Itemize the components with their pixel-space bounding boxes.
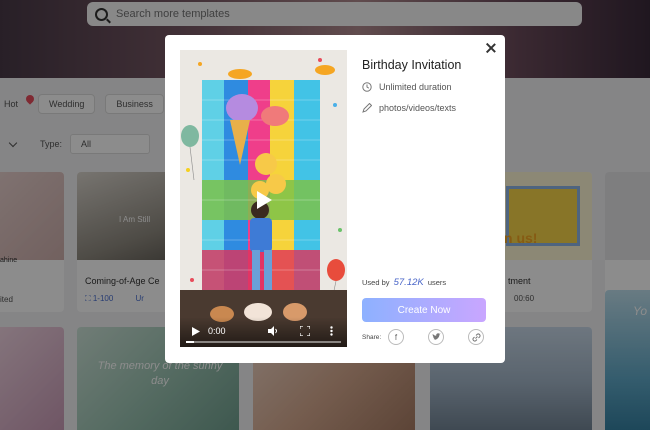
video-controls: 0:00 [180, 317, 347, 347]
close-icon[interactable] [485, 42, 497, 54]
twitter-glyph [432, 333, 441, 340]
clock-icon [362, 82, 372, 92]
volume-icon[interactable] [268, 326, 278, 336]
create-now-button[interactable]: Create Now [362, 298, 486, 322]
feature-label: Unlimited duration [379, 82, 452, 92]
share-label: Share: [362, 334, 382, 341]
usage-number: 57.12K [393, 277, 424, 288]
video-time: 0:00 [208, 326, 226, 336]
play-icon[interactable] [192, 327, 200, 336]
feature-duration: Unlimited duration [362, 82, 452, 92]
fullscreen-icon[interactable] [300, 326, 310, 336]
usage-count: Used by 57.12K users [362, 277, 447, 288]
template-title: Birthday Invitation [362, 58, 462, 72]
facebook-icon[interactable]: f [388, 329, 404, 345]
play-icon[interactable] [252, 189, 274, 211]
video-progress-fill [186, 341, 194, 343]
video-preview[interactable]: 0:00 [180, 50, 347, 347]
template-preview-modal: 0:00 Birthday Invitation Unlimited durat… [165, 35, 505, 363]
link-icon[interactable] [468, 329, 484, 345]
feature-label: photos/videos/texts [379, 103, 457, 113]
link-glyph [472, 333, 480, 341]
pencil-icon [362, 103, 372, 113]
feature-media: photos/videos/texts [362, 103, 456, 113]
video-progress-bar[interactable] [186, 341, 341, 343]
more-icon[interactable] [330, 326, 333, 336]
twitter-icon[interactable] [428, 329, 444, 345]
